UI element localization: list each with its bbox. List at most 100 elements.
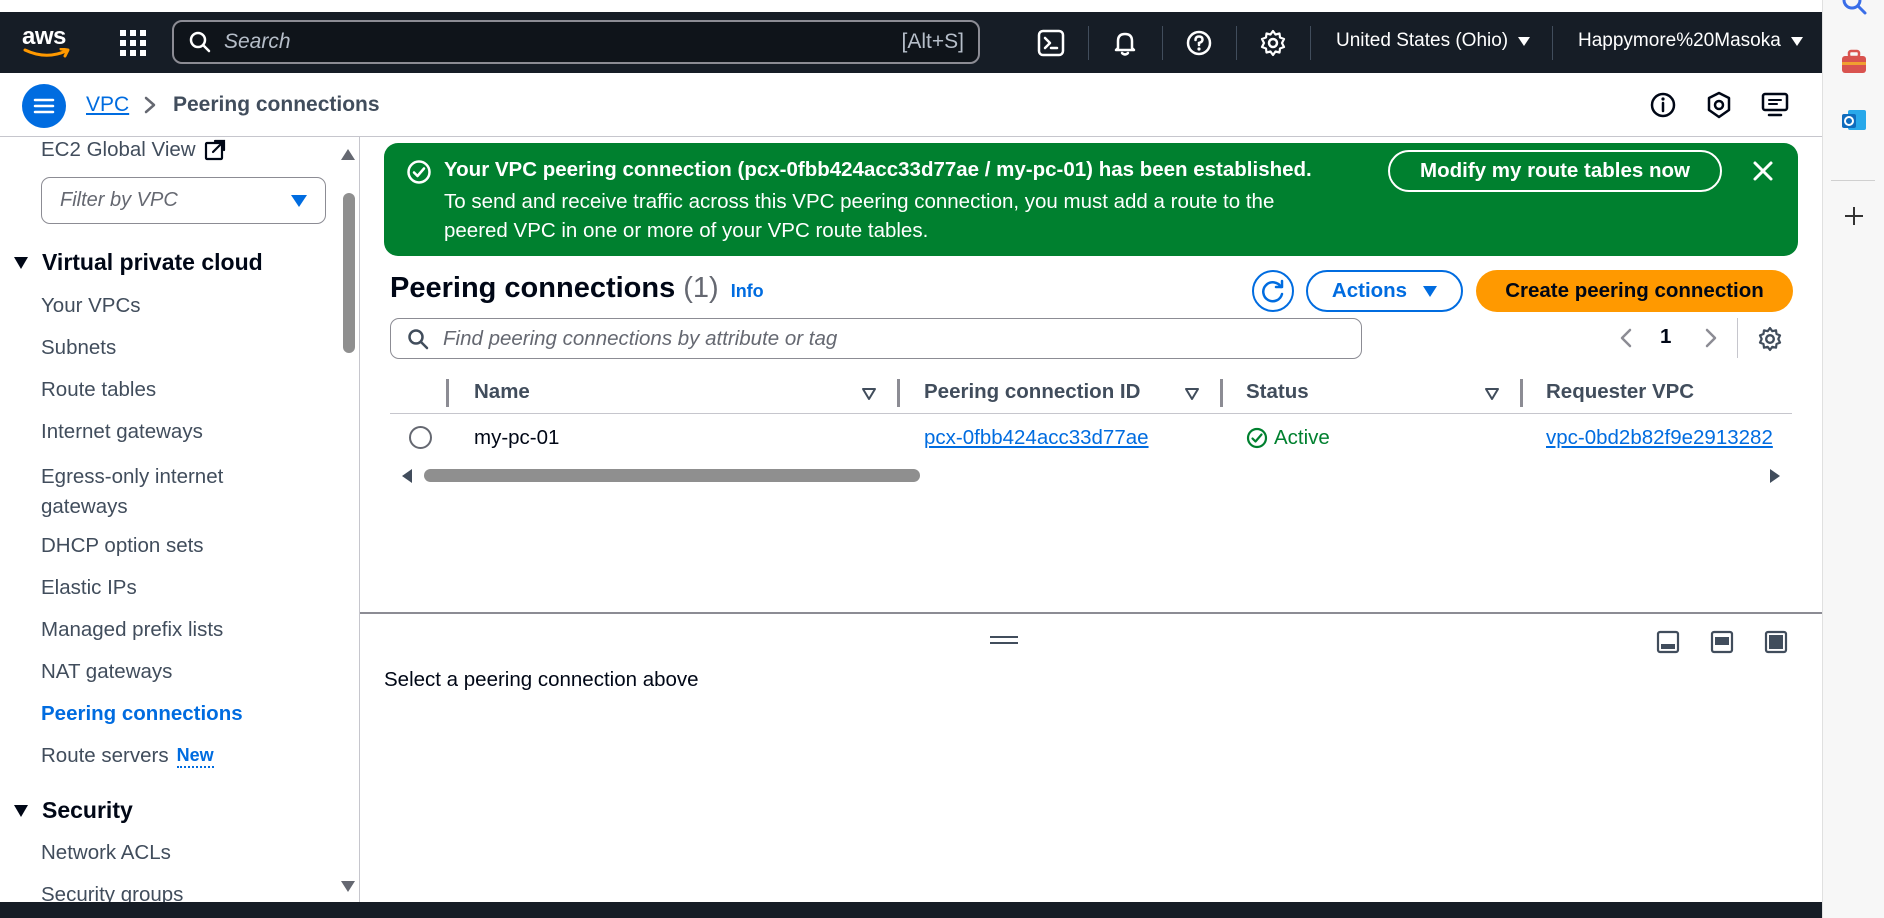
notifications-icon[interactable]	[1110, 28, 1140, 58]
sidebar-item-managed-prefix-lists[interactable]: Managed prefix lists	[41, 618, 223, 642]
sidebar-scroll-thumb[interactable]	[343, 193, 355, 353]
sidebar-item-label: EC2 Global View	[41, 138, 196, 161]
row-select-radio[interactable]	[409, 426, 432, 449]
column-divider	[897, 379, 900, 407]
table-count: (1)	[683, 272, 719, 304]
breadcrumb-current: Peering connections	[173, 93, 380, 116]
cloudshell-icon[interactable]	[1036, 28, 1066, 58]
side-navigation: EC2 Global View Filter by VPC Virtual pr…	[0, 137, 360, 902]
sidebar-item-ec2-global-view[interactable]: EC2 Global View	[41, 138, 226, 162]
table-filter-input[interactable]	[443, 326, 1361, 351]
table-header-border	[390, 413, 1792, 414]
panel-full-icon[interactable]	[1764, 630, 1788, 654]
modify-route-tables-button[interactable]: Modify my route tables now	[1388, 150, 1722, 192]
caret-down-icon	[1423, 285, 1438, 297]
account-menu[interactable]: Happymore%20Masoka	[1578, 30, 1803, 52]
column-header-peering-connection-id[interactable]: Peering connection ID	[924, 380, 1140, 404]
panel-bottom-icon[interactable]	[1656, 630, 1680, 654]
chevron-left-icon[interactable]	[1615, 326, 1639, 350]
page-title: Peering connections	[390, 272, 676, 304]
scroll-left-arrow-icon[interactable]	[402, 469, 412, 483]
sidebar-item-network-acls[interactable]: Network ACLs	[41, 841, 171, 865]
caret-down-icon	[1518, 36, 1531, 46]
region-selector[interactable]: United States (Ohio)	[1336, 30, 1531, 52]
sidebar-item-nat-gateways[interactable]: NAT gateways	[41, 660, 172, 684]
refresh-button[interactable]	[1252, 270, 1294, 312]
sidebar-item-subnets[interactable]: Subnets	[41, 336, 116, 360]
actions-label: Actions	[1331, 279, 1408, 302]
chevron-right-icon[interactable]	[1698, 326, 1722, 350]
global-search[interactable]: [Alt+S]	[172, 20, 980, 64]
sidebar-item-your-vpcs[interactable]: Your VPCs	[41, 294, 141, 318]
outlook-icon[interactable]	[1840, 106, 1868, 134]
sort-icon[interactable]	[1184, 387, 1200, 401]
flash-title: Your VPC peering connection (pcx-0fbb424…	[444, 158, 1312, 181]
sidebar-item-peering-connections[interactable]: Peering connections	[41, 702, 243, 726]
cell-requester-vpc-link[interactable]: vpc-0bd2b82f9e2913282	[1546, 426, 1773, 450]
panel-center-icon[interactable]	[1710, 630, 1734, 654]
info-icon[interactable]	[1648, 90, 1678, 120]
scroll-down-arrow-icon[interactable]	[341, 881, 355, 892]
nav-divider	[1310, 26, 1311, 60]
sidebar-item-internet-gateways[interactable]: Internet gateways	[41, 420, 203, 444]
split-panel-resize-handle[interactable]	[990, 636, 1018, 646]
caret-down-icon	[1790, 36, 1803, 46]
nav-divider	[1162, 26, 1163, 60]
new-badge: New	[176, 745, 214, 768]
column-header-name[interactable]: Name	[474, 380, 530, 404]
breadcrumb-vpc-link[interactable]: VPC	[86, 93, 129, 117]
sidebar-item-label: Route servers	[41, 744, 169, 767]
scroll-up-arrow-icon[interactable]	[341, 149, 355, 160]
column-header-requester-vpc[interactable]: Requester VPC	[1546, 380, 1694, 404]
sidebar-item-elastic-ips[interactable]: Elastic IPs	[41, 576, 137, 600]
navigation-menu-button[interactable]	[22, 84, 66, 128]
breadcrumb-bar: VPC Peering connections	[0, 73, 1822, 137]
sidebar-item-route-servers[interactable]: Route servers New	[41, 744, 214, 768]
add-icon[interactable]	[1840, 202, 1868, 230]
close-icon[interactable]	[1748, 156, 1778, 186]
table-filter[interactable]	[390, 318, 1362, 359]
sidebar-item-route-tables[interactable]: Route tables	[41, 378, 156, 402]
search-icon[interactable]	[1840, 0, 1868, 16]
column-divider	[1520, 379, 1523, 407]
pagination-page[interactable]: 1	[1660, 325, 1671, 349]
global-search-input[interactable]	[224, 30, 902, 54]
sidebar-item-security-groups[interactable]: Security groups	[41, 883, 183, 902]
scroll-right-arrow-icon[interactable]	[1770, 469, 1780, 483]
actions-dropdown-button[interactable]: Actions	[1306, 270, 1463, 312]
services-menu-icon[interactable]	[118, 28, 148, 58]
briefcase-icon[interactable]	[1840, 48, 1868, 76]
account-label: Happymore%20Masoka	[1578, 30, 1781, 51]
aws-logo[interactable]: aws	[22, 23, 74, 60]
column-header-status[interactable]: Status	[1246, 380, 1309, 404]
section-virtual-private-cloud[interactable]: Virtual private cloud	[14, 249, 263, 276]
caret-down-icon	[291, 194, 307, 207]
split-panel-empty-text: Select a peering connection above	[384, 668, 699, 691]
sidebar-item-egress-only-internet-gateways[interactable]: Egress-only internet gateways	[41, 462, 281, 522]
sidebar-item-dhcp-option-sets[interactable]: DHCP option sets	[41, 534, 204, 558]
sort-icon[interactable]	[1484, 387, 1500, 401]
section-title: Virtual private cloud	[42, 249, 263, 275]
sidebar-divider	[1831, 180, 1875, 181]
cell-peering-connection-id-link[interactable]: pcx-0fbb424acc33d77ae	[924, 426, 1149, 450]
check-circle-icon	[1246, 427, 1268, 449]
feedback-monitor-icon[interactable]	[1760, 90, 1790, 120]
settings-gear-icon[interactable]	[1258, 28, 1288, 58]
refresh-icon	[1262, 279, 1284, 303]
split-panel: Select a peering connection above	[360, 612, 1822, 902]
section-security[interactable]: Security	[14, 797, 133, 824]
filter-by-vpc-select[interactable]: Filter by VPC	[41, 177, 326, 224]
chevron-right-icon	[144, 96, 156, 114]
success-flash-banner: Your VPC peering connection (pcx-0fbb424…	[384, 143, 1798, 256]
pager-divider	[1737, 318, 1738, 358]
column-divider	[1220, 379, 1223, 407]
preferences-gear-icon[interactable]	[1756, 325, 1784, 353]
security-shield-icon[interactable]	[1704, 90, 1734, 120]
sort-icon[interactable]	[861, 387, 877, 401]
aws-logo-text: aws	[22, 23, 66, 50]
help-icon[interactable]	[1184, 28, 1214, 58]
info-link[interactable]: Info	[731, 281, 764, 302]
search-shortcut: [Alt+S]	[901, 30, 964, 53]
table-horizontal-scrollbar[interactable]	[424, 469, 920, 482]
create-peering-connection-button[interactable]: Create peering connection	[1476, 270, 1793, 312]
